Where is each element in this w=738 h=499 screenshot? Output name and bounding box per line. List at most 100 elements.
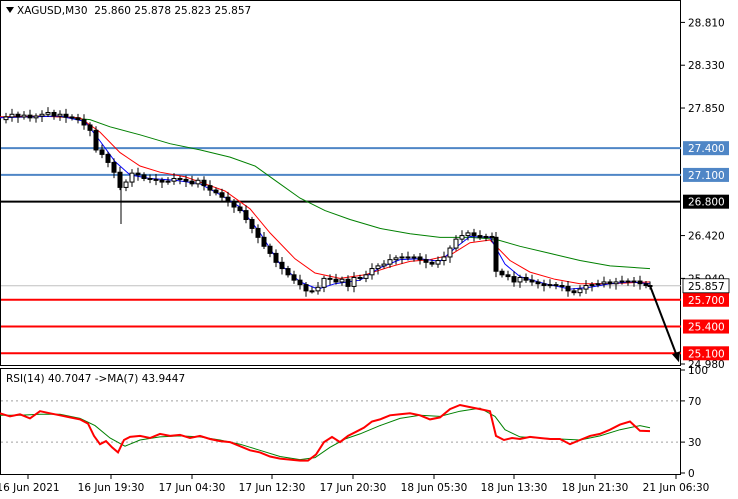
candle-body [553, 284, 559, 287]
candle-body [81, 119, 87, 126]
candle-body [243, 210, 249, 221]
candle-body [273, 252, 279, 263]
candle-body [147, 177, 153, 180]
level-label-0: 27.400 [688, 143, 725, 155]
candle-body [511, 276, 517, 283]
candle-body [321, 277, 327, 288]
candle-body [333, 278, 339, 283]
rsi-tick-label: 0 [688, 468, 695, 480]
price-level-labels: 27.400 27.100 26.800 25.700 25.400 25.100 25.8… [682, 141, 730, 361]
level-label-1: 27.100 [688, 170, 725, 182]
candle-body [3, 116, 9, 121]
candle-body [465, 232, 471, 237]
candle-body [345, 278, 351, 287]
rsi-ma-line [0, 407, 651, 461]
candle-body [489, 235, 495, 238]
time-tick-label: 17 Jun 12:30 [239, 482, 306, 494]
candle-body [63, 113, 69, 118]
candle-body [51, 111, 57, 117]
candle-body [583, 285, 589, 290]
candle-body [189, 180, 195, 185]
price-tick-label: 28.330 [688, 60, 725, 72]
candle-body [111, 161, 117, 173]
candle-body [535, 281, 541, 285]
time-tick-label: 17 Jun 04:30 [159, 482, 226, 494]
candle-body [441, 256, 447, 262]
candle-body [159, 179, 165, 183]
candle-body [435, 260, 441, 265]
candle-body [447, 247, 453, 258]
time-tick-label: 16 Jun 2021 [0, 482, 60, 494]
candle-body [213, 189, 219, 194]
candle-body [483, 235, 489, 238]
candle-body [643, 283, 649, 287]
candle-body [315, 286, 321, 292]
candle-body [129, 172, 135, 183]
candle-body [249, 219, 255, 229]
candle-body [75, 117, 81, 121]
candle-body [33, 115, 39, 119]
candle-body [27, 114, 33, 119]
price-tick-label: 26.420 [688, 231, 725, 243]
candle-body [255, 227, 261, 238]
level-label-3: 25.700 [688, 295, 725, 307]
candle-body [105, 153, 111, 163]
candle-body [69, 116, 75, 119]
candle-body [15, 113, 21, 118]
candle-body [393, 257, 399, 261]
candle-body [303, 284, 309, 292]
rsi-tick-label: 100 [688, 365, 708, 377]
price-levels [1, 147, 681, 355]
candle-body [541, 283, 547, 287]
candle-body [351, 276, 357, 287]
candle-body [279, 261, 285, 270]
candle-body [565, 285, 571, 292]
candle-body [505, 274, 511, 278]
candle-body [459, 235, 465, 240]
candle-body [523, 276, 529, 281]
candle-body [225, 196, 231, 203]
rsi-axis: 100 70 30 0 [681, 365, 708, 480]
candle-body [45, 111, 51, 115]
candle-body [201, 179, 207, 187]
candle-body [363, 274, 369, 279]
price-axis: 28.81028.33027.85026.42025.94024.980 [681, 17, 725, 371]
candle-body [177, 177, 183, 180]
candle-body [153, 178, 159, 181]
candle-body [357, 276, 363, 279]
candle-body [387, 259, 393, 265]
candle-body [477, 235, 483, 238]
candle-body [21, 114, 27, 118]
candle-body [559, 285, 565, 288]
candle-body [517, 276, 523, 283]
time-tick-label: 17 Jun 20:30 [320, 482, 387, 494]
candle-body [135, 172, 141, 176]
current-price-label: 25.857 [688, 281, 725, 293]
candle-body [339, 278, 345, 283]
time-tick-label: 16 Jun 19:30 [78, 482, 145, 494]
candle-body [405, 256, 411, 259]
candle-body [411, 256, 417, 259]
price-tick-label: 27.850 [688, 103, 725, 115]
time-axis: 16 Jun 2021 16 Jun 19:30 17 Jun 04:30 17 Ju… [0, 475, 709, 494]
candle-body [471, 232, 477, 237]
candle-body [309, 290, 315, 293]
candle-body [499, 270, 505, 276]
rsi-lines [0, 400, 681, 462]
candle-body [423, 259, 429, 263]
rsi-tick-label: 70 [688, 396, 701, 408]
candle-body [93, 129, 99, 151]
time-tick-label: 18 Jun 05:30 [401, 482, 468, 494]
candle-body [207, 185, 213, 191]
candle-body [613, 281, 619, 285]
price-chart-svg[interactable]: 28.81028.33027.85026.42025.94024.980 27.… [0, 0, 738, 499]
candle-body [9, 113, 15, 118]
rsi-line [0, 403, 651, 462]
time-tick-label: 18 Jun 13:30 [481, 482, 548, 494]
candle-body [57, 113, 63, 117]
candle-body [141, 174, 147, 179]
rsi-tick-label: 30 [688, 437, 701, 449]
candle-body [637, 280, 643, 285]
candle-body [625, 280, 631, 283]
candle-body [607, 281, 613, 285]
